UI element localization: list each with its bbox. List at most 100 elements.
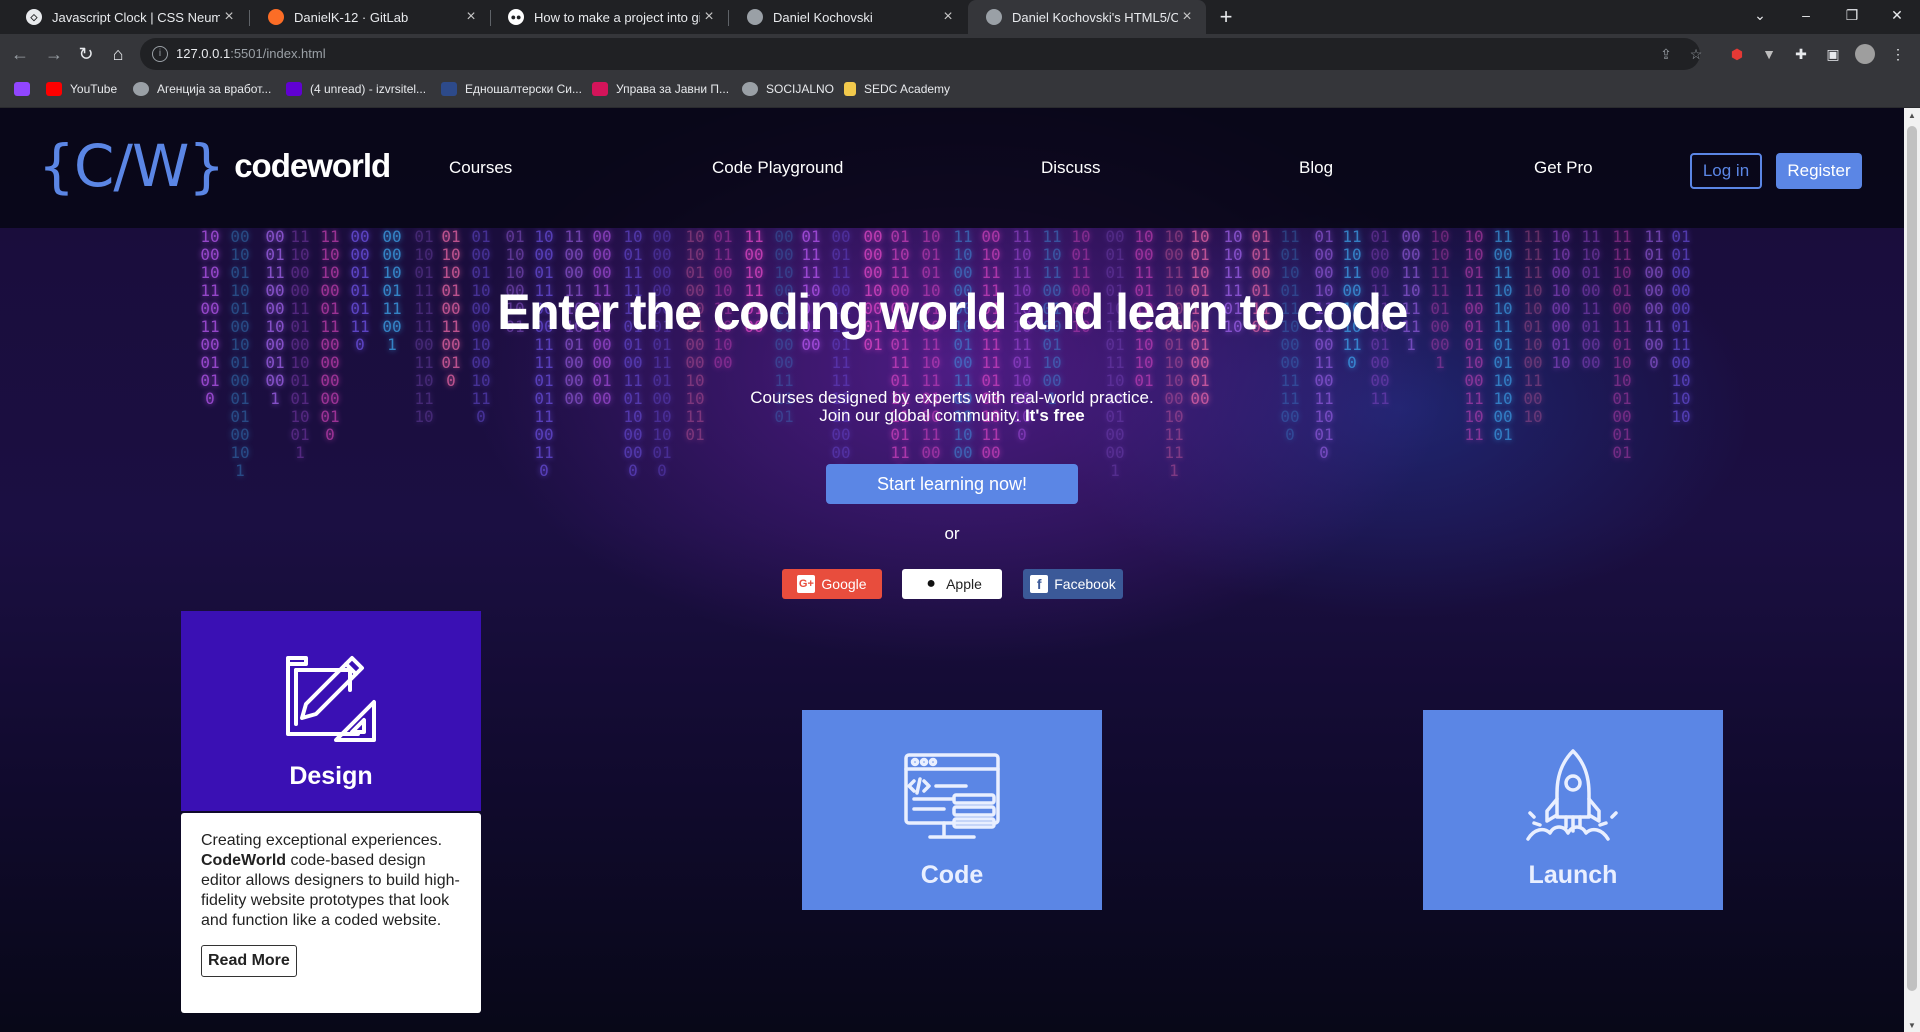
page-viewport: 1000101100110001010 001001100100100100010… bbox=[0, 108, 1920, 1032]
launch-card-header: Launch bbox=[1423, 710, 1723, 910]
binary-column: 11111001001101101001000101 bbox=[1612, 227, 1632, 462]
side-panel-icon[interactable]: ▣ bbox=[1823, 44, 1843, 64]
vpn-extension-icon[interactable]: ▼ bbox=[1759, 44, 1779, 64]
minimize-button[interactable]: – bbox=[1783, 0, 1829, 30]
bookmark-star-icon[interactable]: ☆ bbox=[1688, 46, 1704, 62]
new-tab-button[interactable]: + bbox=[1214, 4, 1238, 30]
nav-courses[interactable]: Courses bbox=[449, 158, 512, 178]
tab-search-icon[interactable]: ⌄ bbox=[1737, 0, 1783, 30]
address-bar[interactable]: i 127.0.0.1:5501/index.html ⇪ ☆ bbox=[140, 38, 1702, 70]
nav-discuss[interactable]: Discuss bbox=[1041, 158, 1101, 178]
start-learning-button[interactable]: Start learning now! bbox=[826, 464, 1078, 504]
binary-column: 1110000011010010010110011 bbox=[290, 227, 310, 462]
apple-icon: ● bbox=[926, 575, 936, 592]
binary-column: 000101011011011110100100001 bbox=[1105, 227, 1125, 480]
binary-column: 00101111010111110100101100 bbox=[981, 227, 1001, 462]
yahoo-icon bbox=[286, 82, 302, 96]
folder-icon bbox=[844, 82, 856, 96]
binary-column: 100111111001010011011000000 bbox=[623, 227, 643, 480]
close-window-button[interactable]: ✕ bbox=[1874, 0, 1920, 30]
code-card-header: Code bbox=[802, 710, 1102, 910]
tab-title: Javascript Clock | CSS Neumorph bbox=[52, 9, 220, 25]
profile-avatar[interactable] bbox=[1855, 44, 1875, 64]
hero-subtitle-emphasis: It's free bbox=[1024, 406, 1085, 425]
code-card[interactable]: Code bbox=[802, 710, 1102, 910]
scroll-down-icon[interactable]: ▼ bbox=[1908, 1021, 1916, 1030]
scrollbar-thumb[interactable] bbox=[1907, 126, 1917, 991]
launch-card-title: Launch bbox=[1528, 861, 1618, 889]
site-info-icon[interactable]: i bbox=[152, 46, 168, 62]
tab-gitlab-article[interactable]: ●● How to make a project into gitla × bbox=[490, 0, 728, 34]
browser-toolbar: ← → ↻ ⌂ i 127.0.0.1:5501/index.html ⇪ ☆ … bbox=[0, 34, 1920, 74]
or-separator: or bbox=[944, 524, 960, 543]
google-signin-button[interactable]: G+ Google bbox=[782, 569, 882, 599]
binary-column: 11100000001001001100101000 bbox=[953, 227, 973, 462]
close-icon[interactable]: × bbox=[1178, 8, 1196, 26]
bookmark-agency[interactable]: Агенција за вработ... bbox=[133, 82, 271, 96]
binary-column: 001001100100100100010100101 bbox=[230, 227, 250, 480]
nav-blog[interactable]: Blog bbox=[1299, 158, 1333, 178]
nav-get-pro[interactable]: Get Pro bbox=[1534, 158, 1593, 178]
share-icon[interactable]: ⇪ bbox=[1658, 46, 1674, 62]
binary-column: 100101100100111011010011001 bbox=[921, 227, 941, 480]
logo-wordmark: codeworld bbox=[234, 147, 391, 184]
site-header: {C/W} codeworld Courses Code Playground … bbox=[0, 108, 1904, 228]
globe-icon bbox=[742, 82, 758, 96]
reload-icon[interactable]: ↻ bbox=[72, 40, 100, 68]
bookmark-label: (4 unread) - izvrsitel... bbox=[310, 82, 427, 96]
forward-icon[interactable]: → bbox=[40, 40, 68, 68]
bookmark-public-procurement[interactable]: Управа за Јавни П... bbox=[592, 82, 729, 96]
register-button[interactable]: Register bbox=[1776, 153, 1862, 189]
home-icon[interactable]: ⌂ bbox=[104, 40, 132, 68]
back-icon[interactable]: ← bbox=[6, 40, 34, 68]
adblock-extension-icon[interactable]: ⬢ bbox=[1727, 44, 1747, 64]
read-more-button[interactable]: Read More bbox=[201, 945, 297, 977]
site-logo[interactable]: {C/W} codeworld bbox=[38, 132, 391, 200]
bookmark-twitch[interactable] bbox=[14, 82, 38, 96]
bookmark-label: Управа за Јавни П... bbox=[616, 82, 730, 96]
logo-mark: {C/W} bbox=[38, 132, 225, 200]
bookmark-yahoo-mail[interactable]: (4 unread) - izvrsitel... bbox=[286, 82, 426, 96]
tab-gitlab[interactable]: DanielK-12 · GitLab × bbox=[250, 0, 490, 34]
bookmark-one-stop[interactable]: Едношалтерски Си... bbox=[441, 82, 582, 96]
hero-subtitle: Courses designed by experts with real-wo… bbox=[0, 389, 1904, 425]
login-button[interactable]: Log in bbox=[1690, 153, 1762, 189]
bookmark-label: SEDC Academy bbox=[864, 82, 951, 96]
design-card-header: Design bbox=[181, 611, 481, 811]
menu-icon[interactable]: ⋮ bbox=[1888, 44, 1908, 64]
tab-strip: ◇ Javascript Clock | CSS Neumorph × Dani… bbox=[0, 0, 1920, 34]
gitlab-icon bbox=[268, 9, 284, 25]
page-scrollbar[interactable]: ▲ ▼ bbox=[1904, 108, 1920, 1032]
blueprint-pencil-icon bbox=[286, 656, 376, 742]
tab-active-portfolio[interactable]: Daniel Kochovski's HTML5/CSS3 × bbox=[968, 0, 1206, 34]
site-icon bbox=[592, 82, 608, 96]
restore-button[interactable]: ❐ bbox=[1829, 0, 1875, 30]
google-plus-icon: G+ bbox=[797, 575, 816, 593]
nav-code-playground[interactable]: Code Playground bbox=[712, 158, 843, 178]
bookmark-socijalno[interactable]: SOCIJALNO bbox=[742, 82, 834, 96]
extensions-icon[interactable]: ✚ bbox=[1791, 44, 1811, 64]
close-icon[interactable]: × bbox=[700, 8, 718, 26]
design-card[interactable]: Design Creating exceptional experiences.… bbox=[181, 611, 481, 1013]
launch-card[interactable]: Launch bbox=[1423, 710, 1723, 910]
design-card-title: Design bbox=[289, 762, 373, 790]
bookmark-label: SOCIJALNO bbox=[766, 82, 835, 96]
code-card-title: Code bbox=[920, 861, 984, 889]
globe-icon bbox=[986, 9, 1002, 25]
bookmark-sedc[interactable]: SEDC Academy bbox=[844, 82, 950, 96]
close-icon[interactable]: × bbox=[220, 8, 238, 26]
binary-column: 100001110000111101011100110 bbox=[534, 227, 554, 480]
globe-icon bbox=[133, 82, 149, 96]
binary-column: 011011000011011101111101111 bbox=[890, 227, 910, 480]
tab-javascript-clock[interactable]: ◇ Javascript Clock | CSS Neumorph × bbox=[8, 0, 248, 34]
facebook-signin-button[interactable]: f Facebook bbox=[1023, 569, 1123, 599]
apple-signin-button[interactable]: ● Apple bbox=[902, 569, 1002, 599]
bookmark-youtube[interactable]: YouTube bbox=[46, 82, 117, 96]
hero-subtitle-text: Join our global community. bbox=[819, 406, 1025, 425]
close-icon[interactable]: × bbox=[939, 8, 957, 26]
code-window-icon bbox=[904, 753, 1000, 839]
hero-subtitle-line1: Courses designed by experts with real-wo… bbox=[750, 388, 1154, 407]
close-icon[interactable]: × bbox=[462, 8, 480, 26]
tab-daniel-kochovski[interactable]: Daniel Kochovski × bbox=[729, 0, 967, 34]
scroll-up-icon[interactable]: ▲ bbox=[1908, 111, 1916, 120]
